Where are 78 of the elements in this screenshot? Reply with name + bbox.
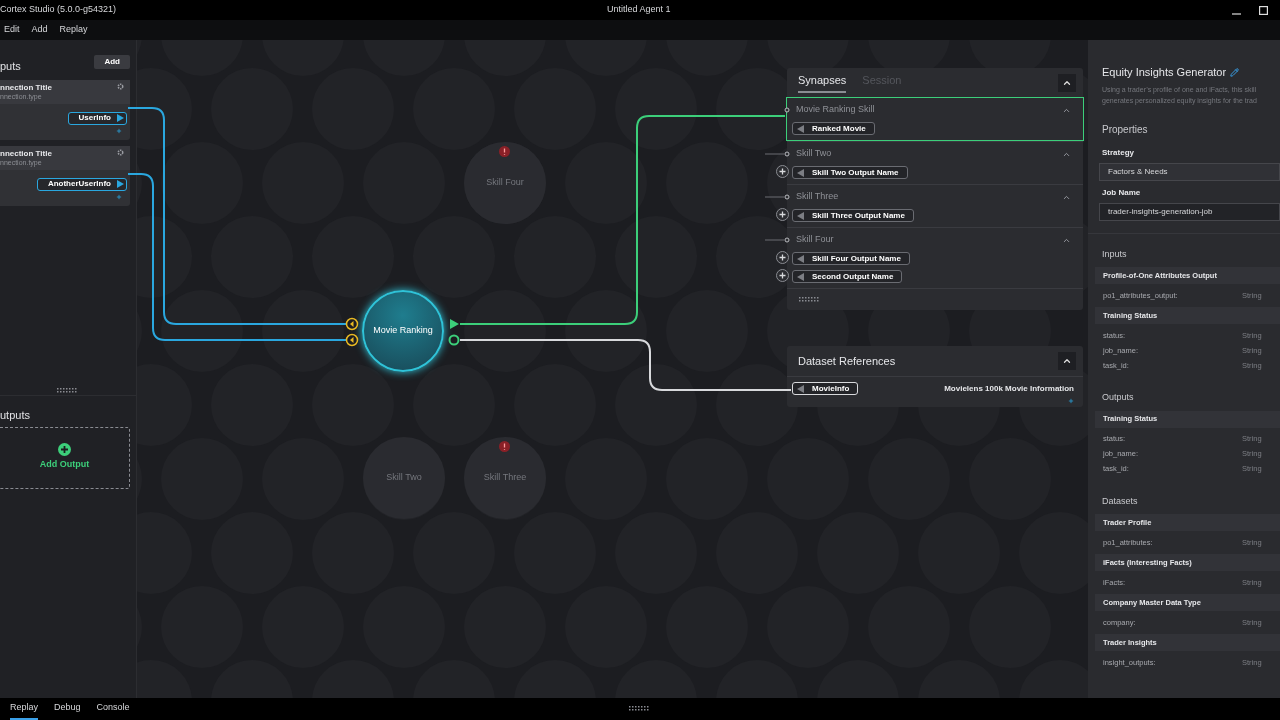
skill-name: Skill Three	[795, 190, 839, 204]
panel-tab[interactable]: Synapses	[798, 72, 847, 93]
port-label: UserInfo	[78, 112, 111, 124]
port-label: Ranked Movie	[812, 122, 866, 135]
add-icon	[58, 443, 71, 457]
add-icon[interactable]	[116, 127, 122, 134]
output-port[interactable]: Skill Two Output Name	[792, 166, 908, 179]
maximize-icon[interactable]	[1259, 5, 1268, 15]
port-arrow-icon	[797, 124, 804, 133]
collapse-button[interactable]	[1058, 352, 1076, 370]
output-port[interactable]: MovieInfo	[792, 382, 859, 395]
output-port[interactable]: Ranked Movie	[792, 122, 875, 135]
resize-grip-icon[interactable]	[629, 706, 651, 711]
connection-title: nnection Title	[0, 148, 52, 158]
port-label: MovieInfo	[812, 382, 850, 395]
chevron-up-icon	[1062, 356, 1072, 366]
add-icon[interactable]	[116, 193, 122, 200]
skill-node[interactable]: Movie Ranking	[362, 290, 444, 372]
port-arrow-icon	[117, 180, 124, 188]
panel-title: Dataset References	[798, 353, 896, 369]
skill-name: Movie Ranking Skill	[795, 103, 875, 117]
output-arrow-icon	[450, 319, 459, 329]
add-output-button[interactable]: Add Output	[0, 426, 130, 489]
collapse-button[interactable]	[1058, 73, 1076, 92]
warning-icon	[499, 441, 510, 452]
warning-icon	[499, 146, 510, 157]
skill-name: Skill Two	[795, 147, 832, 161]
menu-item[interactable]: Add	[31, 23, 48, 37]
output-port-icon	[448, 334, 460, 346]
section-heading: Datasets	[1101, 494, 1139, 508]
port-label: AnotherUserInfo	[47, 178, 111, 190]
port-label: Skill Four Output Name	[812, 252, 901, 265]
section-heading: Properties	[1101, 122, 1149, 137]
edit-icon[interactable]	[1230, 67, 1240, 77]
output-port[interactable]: Second Output Name	[792, 270, 903, 283]
app-title: Cortex Studio (5.0.0-g54321)	[0, 3, 117, 17]
menu-item[interactable]: Edit	[4, 23, 20, 37]
input-port[interactable]: UserInfo	[67, 111, 127, 125]
bottom-tab[interactable]: Replay	[10, 698, 38, 720]
window-title: Untitled Agent 1	[607, 3, 671, 17]
settings-icon[interactable]	[117, 82, 124, 90]
panel-heading: utputs	[0, 408, 31, 423]
skill-row[interactable]: Movie Ranking Skill Ranked Movie	[786, 97, 1084, 141]
skill-name: Skill Four	[795, 233, 834, 247]
skill-row[interactable]: Skill Four Skill Four Output Name Second Output Name	[787, 227, 1083, 288]
input-port[interactable]: AnotherUserInfo	[36, 177, 127, 191]
section-heading: Inputs	[1101, 247, 1128, 261]
port-label: Second Output Name	[812, 270, 894, 283]
port-arrow-icon	[797, 384, 804, 393]
settings-icon[interactable]	[117, 148, 124, 156]
skill-title: Equity Insights Generator	[1102, 65, 1227, 80]
panel-heading: puts	[0, 59, 21, 74]
bottom-tab[interactable]: Debug	[54, 698, 81, 720]
port-arrow-icon	[117, 114, 124, 122]
bottom-tab[interactable]: Console	[96, 698, 130, 720]
skill-row[interactable]: Skill Two Skill Two Output Name	[787, 141, 1083, 184]
port-label: Skill Two Output Name	[812, 166, 899, 179]
field-label: Strategy	[1101, 146, 1135, 159]
skill-row[interactable]: Skill Three Skill Three Output Name	[787, 184, 1083, 227]
connection-title: nnection Title	[0, 82, 52, 92]
field-label: Job Name	[1101, 186, 1142, 199]
resize-grip-icon[interactable]	[799, 297, 821, 302]
port-icon	[345, 317, 359, 331]
port-label: Skill Three Output Name	[812, 209, 905, 222]
output-port[interactable]: Skill Three Output Name	[792, 209, 914, 222]
port-arrow-icon	[797, 168, 804, 177]
output-port[interactable]: Skill Four Output Name	[792, 252, 910, 265]
port-arrow-icon	[797, 211, 804, 220]
add-button[interactable]: Add	[94, 55, 130, 70]
section-heading: Outputs	[1101, 391, 1135, 404]
menu-item[interactable]: Replay	[59, 23, 88, 37]
text-field[interactable]: trader-insights-generation-job	[1099, 202, 1280, 221]
dataset-description: Movielens 100k Movie Information	[944, 382, 1074, 395]
strategy-select[interactable]: Factors & Needs	[1099, 162, 1280, 181]
add-icon[interactable]	[1068, 398, 1074, 404]
port-icon	[345, 333, 359, 347]
add-port-icon[interactable]	[775, 207, 790, 222]
resize-grip-icon[interactable]	[57, 388, 79, 393]
